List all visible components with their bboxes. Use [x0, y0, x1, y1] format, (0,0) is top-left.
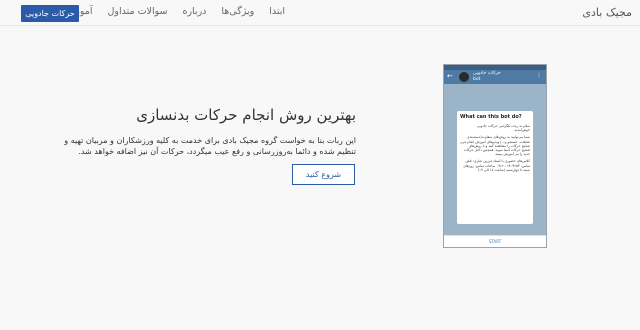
- phone-chat-header: ← حرکات جادویی bot ⋮: [444, 70, 546, 84]
- back-arrow-icon: ←: [447, 72, 453, 80]
- phone-chat-area: What can this bot do? سلام به ربات تلگرا…: [444, 84, 546, 236]
- hero-title: بهترین روش انجام حرکات بدنسازی: [136, 106, 356, 124]
- nav-link-faq[interactable]: سوالات متداول: [108, 6, 168, 17]
- nav-link-home[interactable]: ابتدا: [269, 6, 285, 17]
- bubble-paragraph: شما می‌توانید به روش‌های متفاوت(دسته‌بند…: [460, 135, 530, 157]
- navbar: مجیک بادی ابتدا ویژگی‌ها درباره سوالات م…: [0, 0, 640, 26]
- more-options-icon: ⋮: [536, 72, 542, 79]
- bubble-paragraph: سلام به ربات تلگرامی حرکات جادویی خوش‌آم…: [476, 124, 530, 133]
- nav-link-about[interactable]: درباره: [182, 6, 206, 17]
- brand-logo[interactable]: مجیک بادی: [582, 6, 632, 19]
- nav-links: ابتدا ویژگی‌ها درباره سوالات متداول آموز…: [64, 6, 285, 17]
- bot-description-bubble: What can this bot do? سلام به ربات تلگرا…: [457, 111, 533, 224]
- nav-link-features[interactable]: ویژگی‌ها: [221, 6, 254, 17]
- bot-avatar: [459, 72, 469, 82]
- bubble-paragraph: کلاس‌های حضوری با استاد فرزین عباری: تلف…: [463, 159, 530, 172]
- hero-description: این ربات بنا به خواست گروه مجیک بادی برا…: [64, 136, 356, 156]
- bubble-title: What can this bot do?: [460, 114, 522, 120]
- magic-moves-button[interactable]: حرکات جادویی: [21, 5, 79, 22]
- phone-start-button: START: [444, 235, 546, 247]
- phone-mockup: ← حرکات جادویی bot ⋮ What can this bot d…: [443, 64, 547, 248]
- start-button[interactable]: شروع کنید: [292, 164, 355, 185]
- bot-subtitle: bot: [473, 77, 481, 82]
